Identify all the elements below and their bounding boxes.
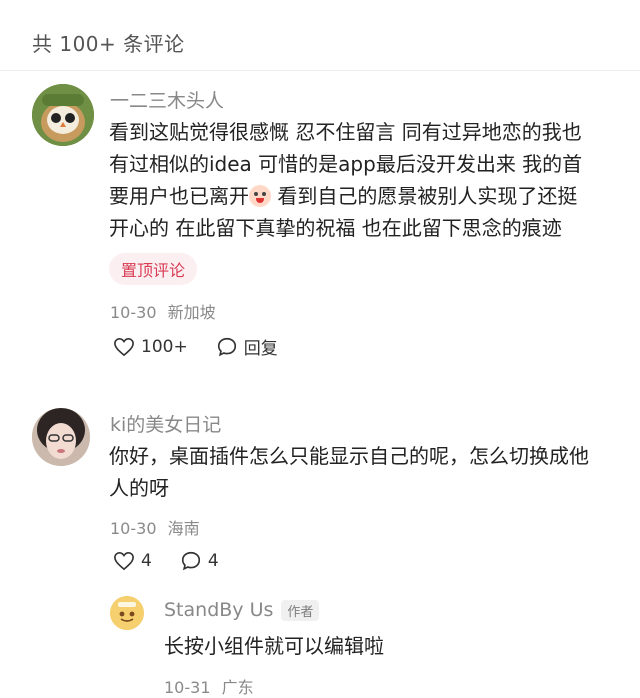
comment-date: 10-30 bbox=[110, 303, 157, 322]
pinned-comment-badge: 置顶评论 bbox=[109, 253, 198, 285]
comment-username[interactable]: 一二三木头人 bbox=[110, 86, 224, 113]
reply-location: 广东 bbox=[221, 678, 254, 697]
comment-count-header: 共 100+ 条评论 bbox=[32, 32, 185, 56]
reply-count: 4 bbox=[207, 551, 219, 571]
avatar[interactable] bbox=[32, 84, 94, 146]
reply-date: 10-31 bbox=[164, 678, 211, 697]
reply-label: 回复 bbox=[243, 339, 278, 359]
like-count: 4 bbox=[141, 551, 152, 571]
comment-actions: 100+ 回复 bbox=[113, 334, 306, 359]
comment-meta: 10-30 新加坡 bbox=[110, 299, 216, 323]
standby-logo-avatar-icon bbox=[110, 596, 144, 630]
header-divider bbox=[0, 70, 640, 71]
reply-button[interactable]: 4 bbox=[180, 550, 219, 572]
like-count: 100+ bbox=[141, 336, 188, 357]
comment-username[interactable]: ki的美女日记 bbox=[110, 410, 221, 437]
comment-content: 你好，桌面插件怎么只能显示自己的呢，怎么切换成他 人的呀 bbox=[109, 444, 589, 500]
user-photo-avatar-icon bbox=[32, 408, 90, 466]
comment-bubble-icon bbox=[217, 337, 236, 356]
comment-content: 看到这贴觉得很感慨 忍不住留言 同有过异地恋的我也 有过相似的idea 可惜的是… bbox=[109, 120, 583, 240]
avatar[interactable] bbox=[32, 408, 90, 466]
reply-button[interactable]: 回复 bbox=[216, 334, 278, 359]
comment-meta: 10-30 海南 bbox=[110, 515, 200, 539]
crying-face-emoji-icon bbox=[249, 185, 271, 207]
reply-content: 长按小组件就可以编辑啦 bbox=[164, 634, 384, 658]
like-button[interactable]: 100+ bbox=[113, 337, 188, 357]
like-button[interactable]: 4 bbox=[113, 551, 152, 571]
comment-location: 海南 bbox=[167, 519, 200, 538]
reply-meta: 10-31 广东 bbox=[164, 674, 254, 698]
comment-location: 新加坡 bbox=[167, 303, 216, 322]
heart-icon bbox=[114, 337, 134, 356]
owl-avatar-icon bbox=[32, 84, 94, 146]
comment-bubble-icon bbox=[181, 551, 200, 571]
comment-actions: 4 4 bbox=[113, 550, 247, 572]
avatar[interactable] bbox=[110, 596, 144, 630]
heart-icon bbox=[114, 551, 134, 571]
reply-username[interactable]: StandBy Us 作者 bbox=[164, 599, 320, 621]
comment-date: 10-30 bbox=[110, 519, 157, 538]
author-tag: 作者 bbox=[281, 600, 320, 621]
